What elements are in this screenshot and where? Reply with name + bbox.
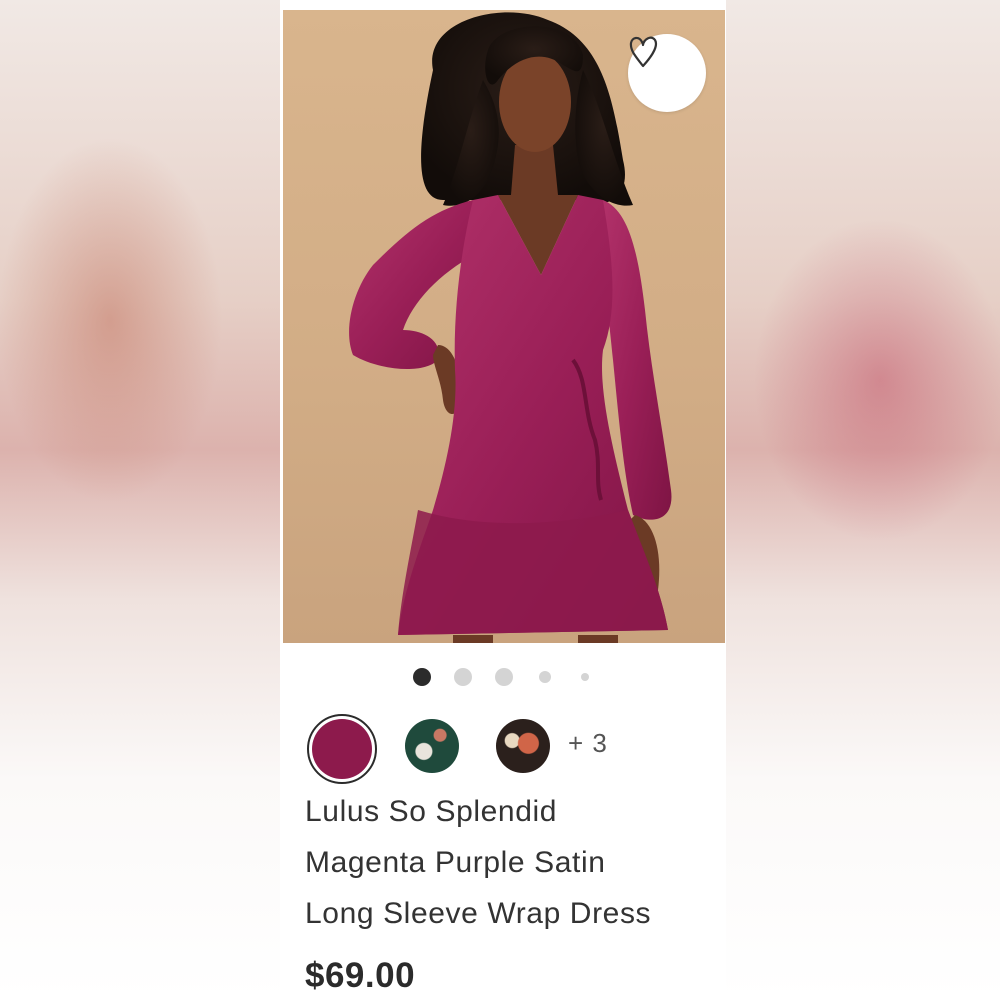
- swatch-magenta-fill: [312, 719, 372, 779]
- product-title[interactable]: Lulus So Splendid Magenta Purple Satin L…: [305, 786, 715, 939]
- wishlist-button[interactable]: [628, 34, 706, 112]
- carousel-dot[interactable]: [581, 673, 589, 681]
- heart-outline-icon: [629, 36, 658, 68]
- carousel-dot-active[interactable]: [413, 668, 431, 686]
- product-title-line: Magenta Purple Satin: [305, 846, 606, 879]
- product-card[interactable]: + 3 Lulus So Splendid Magenta Purple Sat…: [280, 0, 726, 1000]
- product-image[interactable]: [283, 10, 725, 643]
- product-title-line: Long Sleeve Wrap Dress: [305, 897, 652, 930]
- product-price: $69.00: [305, 956, 416, 995]
- color-swatch-black-floral[interactable]: [496, 719, 550, 773]
- color-swatch-green-floral[interactable]: [405, 719, 459, 773]
- carousel-dot[interactable]: [454, 668, 472, 686]
- more-colors-link[interactable]: + 3: [568, 728, 608, 759]
- product-title-line: Lulus So Splendid: [305, 795, 558, 828]
- carousel-dot[interactable]: [495, 668, 513, 686]
- carousel-dots: [280, 668, 726, 686]
- color-swatch-selected[interactable]: [307, 714, 377, 784]
- carousel-dot[interactable]: [539, 671, 551, 683]
